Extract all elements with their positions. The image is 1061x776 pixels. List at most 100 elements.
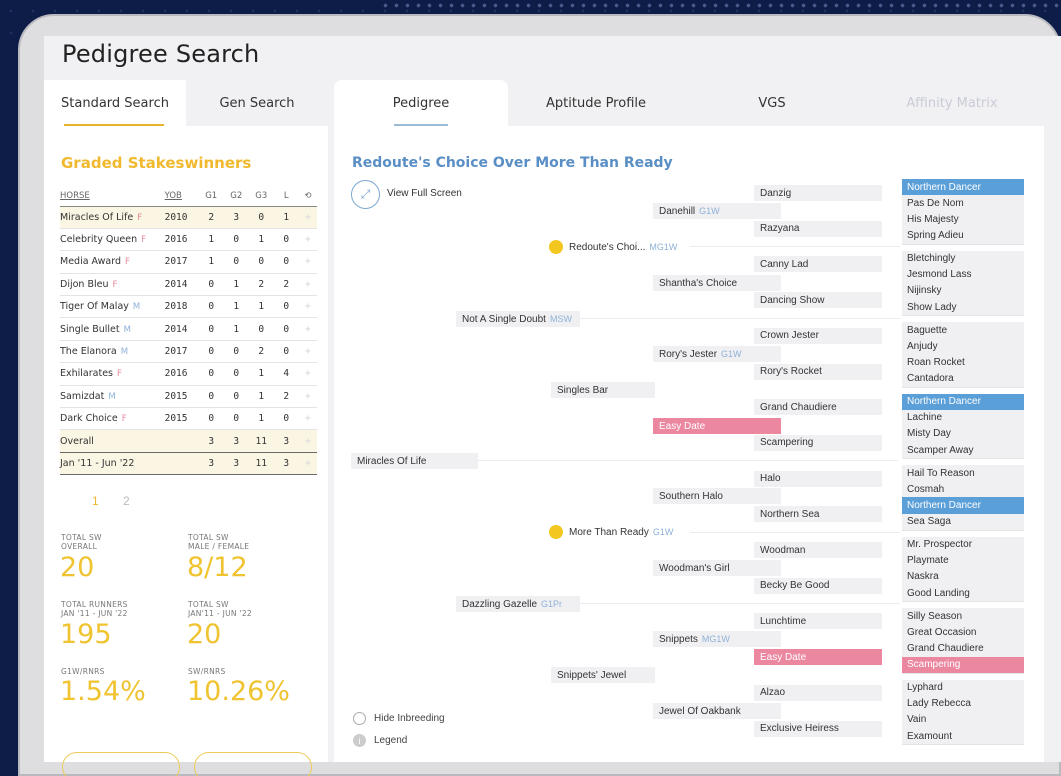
ancestor-horse[interactable]: Exclusive Heiress <box>754 720 882 737</box>
add-icon[interactable]: + <box>298 317 317 341</box>
ancestor-horse[interactable]: Northern Dancer <box>902 179 1024 196</box>
ancestor-horse[interactable]: Snippets' Jewel <box>551 667 655 683</box>
add-icon[interactable]: + <box>298 206 317 229</box>
ancestor-horse[interactable]: Crown Jester <box>754 327 882 344</box>
ancestor-horse[interactable]: Great Occasion <box>902 624 1024 640</box>
horse-name[interactable]: Miracles Of Life F <box>60 206 165 229</box>
table-row[interactable]: Samizdat M 2015 0 0 1 2 + <box>60 385 317 409</box>
ancestor-horse[interactable]: Naskra <box>902 569 1024 585</box>
ancestor-horse[interactable]: Good Landing <box>902 585 1024 601</box>
ancestor-horse[interactable]: Rory's Rocket <box>754 363 882 380</box>
fullscreen-icon[interactable]: ⤢ <box>351 180 380 209</box>
ancestor-horse[interactable]: Nijinsky <box>902 283 1024 299</box>
ancestor-horse[interactable]: Silly Season <box>902 608 1024 624</box>
ancestor-horse[interactable]: Not A Single Doubt MSW <box>456 311 580 327</box>
ancestor-horse[interactable]: Jesmond Lass <box>902 267 1024 283</box>
ancestor-horse[interactable]: Mr. Prospector <box>902 537 1024 553</box>
ancestor-horse[interactable]: Spring Adieu <box>902 228 1024 244</box>
horse-name[interactable]: Samizdat M <box>60 385 165 409</box>
ancestor-horse[interactable]: Easy Date <box>754 649 882 666</box>
add-icon[interactable]: + <box>298 295 317 319</box>
page-2[interactable]: 2 <box>123 494 130 508</box>
ancestor-horse[interactable]: Lyphard <box>902 680 1024 696</box>
add-icon[interactable]: + <box>298 273 317 297</box>
ancestor-horse[interactable]: Bletchingly <box>902 251 1024 267</box>
add-icon[interactable]: + <box>298 250 317 274</box>
ancestor-horse[interactable]: Hail To Reason <box>902 465 1024 481</box>
table-row[interactable]: Single Bullet M 2014 0 1 0 0 + <box>60 317 317 341</box>
col-yob[interactable]: YOB <box>164 186 199 207</box>
tab-vgs[interactable]: VGS <box>684 80 860 126</box>
ancestor-horse[interactable]: Shantha's Choice <box>653 275 781 291</box>
table-row[interactable]: Celebrity Queen F 2016 1 0 1 0 + <box>60 228 317 252</box>
table-row[interactable]: The Elanora M 2017 0 0 2 0 + <box>60 340 317 364</box>
ancestor-horse[interactable]: Woodman <box>754 542 882 558</box>
ancestor-horse[interactable]: Northern Dancer <box>902 393 1024 410</box>
tab-affinity-matrix[interactable]: Affinity Matrix <box>860 80 1044 126</box>
ancestor-horse[interactable]: Canny Lad <box>754 256 882 273</box>
horse-name[interactable]: Dark Choice F <box>60 407 165 431</box>
ancestor-horse[interactable]: Cosmah <box>902 481 1024 497</box>
subject-horse[interactable]: Miracles Of Life <box>351 453 478 469</box>
ancestor-horse[interactable]: Easy Date <box>653 418 781 434</box>
legend-button[interactable]: i Legend <box>353 734 407 747</box>
ancestor-horse[interactable]: Misty Day <box>902 426 1024 442</box>
hide-inbreeding-toggle[interactable]: Hide Inbreeding <box>353 712 445 725</box>
ancestor-horse[interactable]: Dazzling Gazelle G1Pr <box>456 596 580 612</box>
ancestor-horse[interactable]: Grand Chaudiere <box>754 399 882 416</box>
horse-name[interactable]: Celebrity Queen F <box>60 228 165 252</box>
ancestor-horse[interactable]: Scamper Away <box>902 442 1024 458</box>
ancestor-horse[interactable]: Northern Dancer <box>902 497 1024 514</box>
ancestor-horse[interactable]: Halo <box>754 470 882 487</box>
add-icon[interactable]: + <box>298 385 317 409</box>
ancestor-horse[interactable]: Cantadora <box>902 371 1024 387</box>
ancestor-horse[interactable]: Pas De Nom <box>902 195 1024 211</box>
action-button[interactable] <box>62 752 180 776</box>
horse-name[interactable]: Single Bullet M <box>60 317 165 341</box>
horse-name[interactable]: The Elanora M <box>60 340 165 364</box>
add-icon[interactable]: + <box>298 340 317 364</box>
tab-standard-search[interactable]: Standard Search <box>44 80 186 126</box>
ancestor-horse[interactable]: Danzig <box>754 185 882 201</box>
ancestor-horse[interactable]: Singles Bar <box>551 382 655 398</box>
tab-gen-search[interactable]: Gen Search <box>186 80 328 126</box>
ancestor-horse[interactable]: Lachine <box>902 410 1024 426</box>
add-icon[interactable]: + <box>298 362 317 386</box>
ancestor-horse[interactable]: Examount <box>902 728 1024 744</box>
ancestor-horse[interactable]: Grand Chaudiere <box>902 640 1024 656</box>
page-1[interactable]: 1 <box>92 494 99 508</box>
ancestor-horse[interactable]: Jewel Of Oakbank <box>653 703 781 719</box>
reset-icon[interactable]: ⟲ <box>298 186 317 207</box>
tab-aptitude-profile[interactable]: Aptitude Profile <box>508 80 684 126</box>
table-row[interactable]: Dijon Bleu F 2014 0 1 2 2 + <box>60 273 317 297</box>
sire-horse[interactable]: Redoute's Choi... MG1W <box>543 239 693 255</box>
ancestor-horse[interactable]: Southern Halo <box>653 488 781 504</box>
ancestor-horse[interactable]: Playmate <box>902 553 1024 569</box>
action-button[interactable] <box>194 752 312 776</box>
table-row[interactable]: Dark Choice F 2015 0 0 1 0 + <box>60 407 317 431</box>
ancestor-horse[interactable]: Snippets MG1W <box>653 631 781 647</box>
col-horse[interactable]: HORSE <box>60 186 165 207</box>
horse-name[interactable]: Exhilarates F <box>60 362 165 386</box>
horse-name[interactable]: Media Award F <box>60 250 165 274</box>
ancestor-horse[interactable]: Scampering <box>902 656 1024 673</box>
ancestor-horse[interactable]: Woodman's Girl <box>653 560 781 576</box>
ancestor-horse[interactable]: Alzao <box>754 684 882 701</box>
ancestor-horse[interactable]: Anjudy <box>902 338 1024 354</box>
table-row[interactable]: Exhilarates F 2016 0 0 1 4 + <box>60 362 317 386</box>
ancestor-horse[interactable]: Baguette <box>902 322 1024 338</box>
tab-pedigree[interactable]: Pedigree <box>334 80 508 126</box>
ancestor-horse[interactable]: Lunchtime <box>754 613 882 630</box>
ancestor-horse[interactable]: Northern Sea <box>754 506 882 523</box>
view-full-screen-link[interactable]: View Full Screen <box>387 188 462 199</box>
table-row[interactable]: Tiger Of Malay M 2018 0 1 1 0 + <box>60 295 317 319</box>
ancestor-horse[interactable]: Lady Rebecca <box>902 696 1024 712</box>
ancestor-horse[interactable]: Razyana <box>754 220 882 237</box>
dam-horse[interactable]: More Than Ready G1W <box>543 524 693 540</box>
table-row[interactable]: Miracles Of Life F 2010 2 3 0 1 + <box>60 206 317 229</box>
add-icon[interactable]: + <box>298 407 317 431</box>
ancestor-horse[interactable]: Scampering <box>754 434 882 451</box>
add-icon[interactable]: + <box>298 228 317 252</box>
ancestor-horse[interactable]: Dancing Show <box>754 292 882 309</box>
ancestor-horse[interactable]: Rory's Jester G1W <box>653 346 781 362</box>
